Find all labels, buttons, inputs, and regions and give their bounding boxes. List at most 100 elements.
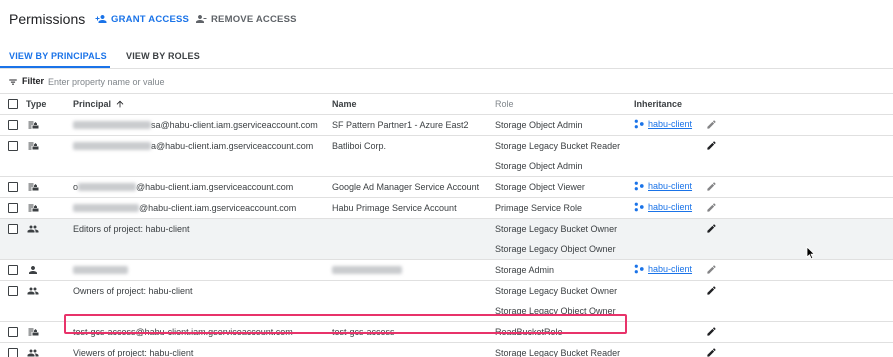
edit-icon[interactable] xyxy=(706,264,717,275)
inheritance-link[interactable]: habu-client xyxy=(634,119,692,129)
principal-text: Owners of project: habu-client xyxy=(73,286,193,296)
principal-text: Editors of project: habu-client xyxy=(73,224,190,234)
group-icon xyxy=(27,223,39,235)
table-row[interactable]: Owners of project: habu-client Storage Le… xyxy=(0,280,893,321)
role-cell: Storage Legacy Bucket Owner xyxy=(495,286,618,296)
table-row[interactable]: test-gcs-access@habu-client.iam.gservice… xyxy=(0,321,893,342)
table-header: Type Principal Name Role Inheritance xyxy=(0,94,893,114)
row-checkbox[interactable] xyxy=(8,348,18,357)
principal-cell: Owners of project: habu-client xyxy=(73,286,193,296)
role-cell: Storage Legacy Bucket Reader xyxy=(495,141,621,151)
role-cell: Storage Object Admin xyxy=(495,120,583,130)
group-icon xyxy=(27,285,39,297)
name-cell: Google Ad Manager Service Account xyxy=(332,182,480,192)
remove-access-button[interactable]: REMOVE ACCESS xyxy=(195,13,297,25)
column-header-principal-label: Principal xyxy=(73,99,112,109)
role-cell: Storage Legacy Bucket Owner xyxy=(495,224,618,234)
row-checkbox[interactable] xyxy=(8,327,18,337)
inheritance-label: habu-client xyxy=(648,119,693,129)
service-account-icon xyxy=(27,181,39,193)
inheritance-label: habu-client xyxy=(648,202,693,212)
inheritance-link[interactable]: habu-client xyxy=(634,202,692,212)
select-all-checkbox[interactable] xyxy=(8,99,18,109)
principal-cell: sa@habu-client.iam.gserviceaccount.com xyxy=(73,120,318,130)
row-checkbox[interactable] xyxy=(8,224,18,234)
tab-view-by-roles[interactable]: VIEW BY ROLES xyxy=(126,51,200,61)
name-cell xyxy=(332,265,402,275)
principal-cell: Viewers of project: habu-client xyxy=(73,348,193,357)
principal-text: @habu-client.iam.gserviceaccount.com xyxy=(136,182,294,192)
redacted-text xyxy=(73,121,151,129)
arrow-up-icon xyxy=(116,100,124,108)
filter-label: Filter xyxy=(22,76,45,86)
edit-icon[interactable] xyxy=(706,181,717,192)
filter-bar: Filter xyxy=(0,72,893,92)
row-checkbox[interactable] xyxy=(8,203,18,213)
page-title: Permissions xyxy=(9,11,86,27)
name-cell: SF Pattern Partner1 - Azure East2 xyxy=(332,120,469,130)
name-cell: Batliboi Corp. xyxy=(332,141,387,151)
edit-icon[interactable] xyxy=(706,119,717,130)
redacted-text xyxy=(78,183,137,191)
row-checkbox[interactable] xyxy=(8,265,18,275)
mouse-cursor-icon xyxy=(806,246,816,260)
principal-text: @habu-client.iam.gserviceaccount.com xyxy=(139,203,297,213)
column-header-name[interactable]: Name xyxy=(332,99,357,109)
principal-cell: o @habu-client.iam.gserviceaccount.com xyxy=(73,182,293,192)
principal-cell xyxy=(73,265,128,275)
edit-icon[interactable] xyxy=(706,140,717,151)
row-checkbox[interactable] xyxy=(8,120,18,130)
group-icon xyxy=(27,347,39,357)
service-account-icon xyxy=(27,202,39,214)
column-header-principal[interactable]: Principal xyxy=(73,99,125,109)
row-checkbox[interactable] xyxy=(8,286,18,296)
organization-icon xyxy=(634,264,645,274)
table-row[interactable]: sa@habu-client.iam.gserviceaccount.com SF… xyxy=(0,114,893,135)
row-checkbox[interactable] xyxy=(8,182,18,192)
remove-person-icon xyxy=(196,15,207,23)
inheritance-link[interactable]: habu-client xyxy=(634,181,692,191)
view-tabs: VIEW BY PRINCIPALS VIEW BY ROLES xyxy=(0,44,893,68)
user-icon xyxy=(27,264,39,276)
redacted-text xyxy=(73,142,151,150)
edit-icon[interactable] xyxy=(706,202,717,213)
redacted-text xyxy=(73,204,139,212)
principal-cell: @habu-client.iam.gserviceaccount.com xyxy=(73,203,296,213)
role-cell: Storage Legacy Object Owner xyxy=(495,306,616,316)
role-cell: ReadBucketRole xyxy=(495,327,563,337)
column-header-role: Role xyxy=(495,99,514,109)
edit-icon[interactable] xyxy=(706,285,717,296)
filter-input[interactable] xyxy=(48,74,348,90)
table-row[interactable]: @habu-client.iam.gserviceaccount.com Habu… xyxy=(0,197,893,218)
role-cell: Storage Object Admin xyxy=(495,161,583,171)
add-person-icon xyxy=(95,15,107,23)
table-row[interactable]: Storage Admin habu-client xyxy=(0,259,893,280)
organization-icon xyxy=(634,119,645,129)
service-account-icon xyxy=(27,119,39,131)
grant-access-button[interactable]: GRANT ACCESS xyxy=(95,13,189,25)
tab-view-by-principals[interactable]: VIEW BY PRINCIPALS xyxy=(9,51,107,61)
service-account-icon xyxy=(27,326,39,338)
role-cell: Primage Service Role xyxy=(495,203,583,213)
table-row[interactable]: Editors of project: habu-client Storage L… xyxy=(0,218,893,259)
filter-icon xyxy=(9,79,17,85)
principal-cell: Editors of project: habu-client xyxy=(73,224,190,234)
divider xyxy=(0,68,893,69)
organization-icon xyxy=(634,181,645,191)
table-row[interactable]: a@habu-client.iam.gserviceaccount.com Bat… xyxy=(0,135,893,176)
principal-cell: test-gcs-access@habu-client.iam.gservice… xyxy=(73,327,293,337)
edit-icon[interactable] xyxy=(706,223,717,234)
inheritance-link[interactable]: habu-client xyxy=(634,264,692,274)
edit-icon[interactable] xyxy=(706,326,717,337)
principal-text: a@habu-client.iam.gserviceaccount.com xyxy=(151,141,314,151)
table-row[interactable]: Viewers of project: habu-client Storage L… xyxy=(0,342,893,357)
redacted-text xyxy=(332,266,402,274)
name-cell: test-gcs-access xyxy=(332,327,395,337)
inheritance-label: habu-client xyxy=(648,181,693,191)
table-row[interactable]: o @habu-client.iam.gserviceaccount.com Goo… xyxy=(0,176,893,197)
principal-text: Viewers of project: habu-client xyxy=(73,348,194,357)
row-checkbox[interactable] xyxy=(8,141,18,151)
edit-icon[interactable] xyxy=(706,347,717,357)
column-header-inheritance: Inheritance xyxy=(634,99,683,109)
role-cell: Storage Legacy Object Owner xyxy=(495,244,616,254)
